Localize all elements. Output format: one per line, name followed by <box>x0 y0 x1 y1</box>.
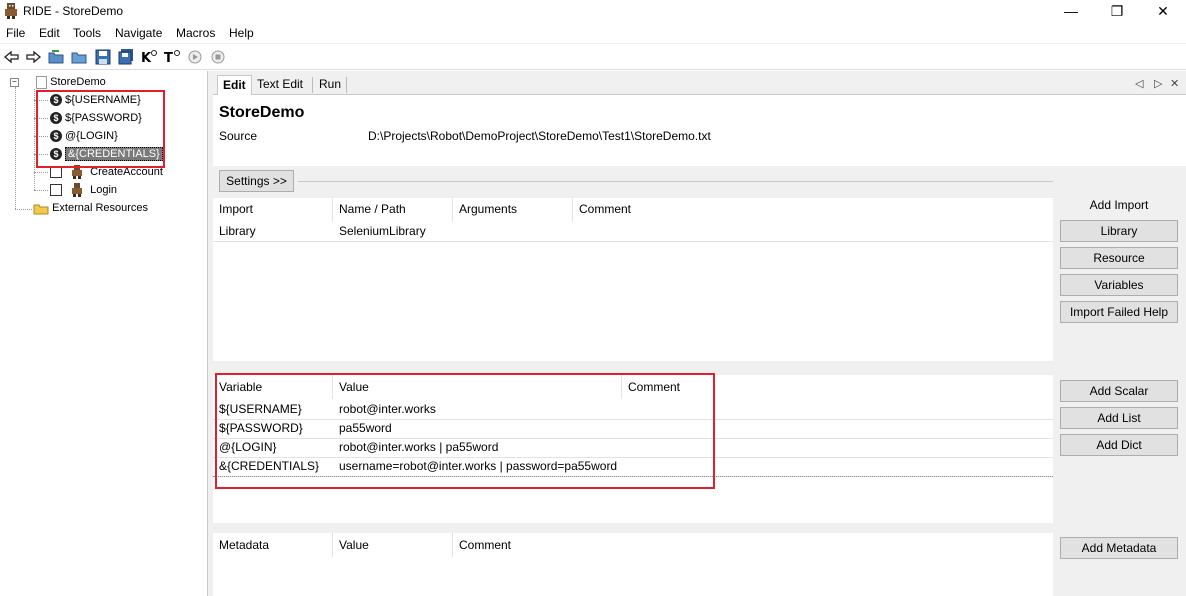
add-variables-button[interactable]: Variables <box>1060 274 1178 296</box>
table-cell[interactable]: SeleniumLibrary <box>335 222 426 241</box>
suite-file-icon <box>36 75 48 89</box>
metadata-header-comment: Comment <box>459 538 512 552</box>
imports-header-name: Name / Path <box>339 202 406 216</box>
test-label: Login <box>90 184 118 196</box>
tab-text-edit[interactable]: Text Edit <box>252 75 308 95</box>
tree-root-storedemo[interactable]: − StoreDemo <box>10 73 106 91</box>
source-label: Source <box>219 129 258 143</box>
search-tests-icon[interactable]: T <box>163 48 181 66</box>
import-failed-help-button[interactable]: Import Failed Help <box>1060 301 1178 323</box>
search-keywords-icon[interactable]: K <box>140 48 158 66</box>
editor-header: StoreDemo Source D:\Projects\Robot\DemoP… <box>213 96 1186 166</box>
toolbar: K T <box>0 44 1186 70</box>
run-icon[interactable] <box>186 48 204 66</box>
save-icon[interactable] <box>94 48 112 66</box>
tree-root-label: StoreDemo <box>50 76 106 88</box>
save-all-icon[interactable] <box>117 48 135 66</box>
minimize-button[interactable]: — <box>1048 0 1094 24</box>
metadata-grid[interactable]: Metadata Value Comment <box>213 533 1053 596</box>
restore-button[interactable]: ❐ <box>1094 0 1140 24</box>
metadata-header-metadata: Metadata <box>219 538 270 552</box>
menu-file[interactable]: File <box>6 26 25 40</box>
folder-icon[interactable] <box>70 48 88 66</box>
test-robot-icon <box>72 183 83 198</box>
tab-run[interactable]: Run <box>314 75 346 95</box>
add-library-button[interactable]: Library <box>1060 220 1178 242</box>
add-list-button[interactable]: Add List <box>1060 407 1178 429</box>
imports-header-import: Import <box>219 202 254 216</box>
stop-icon[interactable] <box>209 48 227 66</box>
test-checkbox[interactable] <box>50 184 62 197</box>
metadata-header-value: Value <box>339 538 369 552</box>
menu-navigate[interactable]: Navigate <box>115 26 162 40</box>
highlight-box-variables-table <box>215 373 715 489</box>
tree-test-login[interactable]: Login <box>50 181 117 199</box>
menu-tools[interactable]: Tools <box>73 26 101 40</box>
tab-scroll-left-icon[interactable]: ◁ <box>1135 77 1143 90</box>
ride-robot-icon <box>5 3 17 19</box>
folder-icon <box>33 204 49 215</box>
suite-name: StoreDemo <box>219 104 305 121</box>
menu-macros[interactable]: Macros <box>176 26 215 40</box>
imports-header-arguments: Arguments <box>459 202 518 216</box>
highlight-box-tree-variables <box>36 90 165 168</box>
svg-text:K: K <box>141 51 152 66</box>
settings-toggle-button[interactable]: Settings >> <box>219 170 294 192</box>
external-resources-label: External Resources <box>52 202 149 214</box>
tree-external-resources[interactable]: External Resources <box>33 199 148 217</box>
menu-help[interactable]: Help <box>229 26 254 40</box>
table-cell[interactable]: Library <box>215 222 256 241</box>
window-title: RIDE - StoreDemo <box>23 4 124 18</box>
close-button[interactable]: ✕ <box>1140 0 1186 24</box>
menu-bar: File Edit Tools Navigate Macros Help <box>0 24 1186 44</box>
open-folder-icon[interactable] <box>47 48 65 66</box>
editor-tabs: Edit Text Edit Run ◁ ▷ ✕ <box>213 71 1186 95</box>
forward-arrow-icon[interactable] <box>24 48 42 66</box>
imports-header-comment: Comment <box>579 202 632 216</box>
suite-editor: StoreDemo Source D:\Projects\Robot\DemoP… <box>213 96 1186 596</box>
settings-divider <box>298 181 1053 182</box>
source-path: D:\Projects\Robot\DemoProject\StoreDemo\… <box>368 129 711 143</box>
collapse-toggle-icon[interactable]: − <box>10 77 19 87</box>
menu-edit[interactable]: Edit <box>39 26 60 40</box>
add-dict-button[interactable]: Add Dict <box>1060 434 1178 456</box>
tab-scroll-right-icon[interactable]: ▷ <box>1154 77 1162 90</box>
imports-grid[interactable]: Import Name / Path Arguments Comment Lib… <box>213 198 1053 361</box>
tab-close-icon[interactable]: ✕ <box>1170 77 1179 90</box>
title-bar: RIDE - StoreDemo — ❐ ✕ <box>0 0 1186 24</box>
add-scalar-button[interactable]: Add Scalar <box>1060 380 1178 402</box>
back-arrow-icon[interactable] <box>3 48 21 66</box>
add-resource-button[interactable]: Resource <box>1060 247 1178 269</box>
tab-edit[interactable]: Edit <box>217 75 252 95</box>
add-import-label: Add Import <box>1089 198 1149 212</box>
svg-text:T: T <box>164 51 173 66</box>
add-metadata-button[interactable]: Add Metadata <box>1060 537 1178 559</box>
project-tree: − StoreDemo $ ${USERNAME} $ ${PASSWORD} $ @… <box>0 71 208 596</box>
